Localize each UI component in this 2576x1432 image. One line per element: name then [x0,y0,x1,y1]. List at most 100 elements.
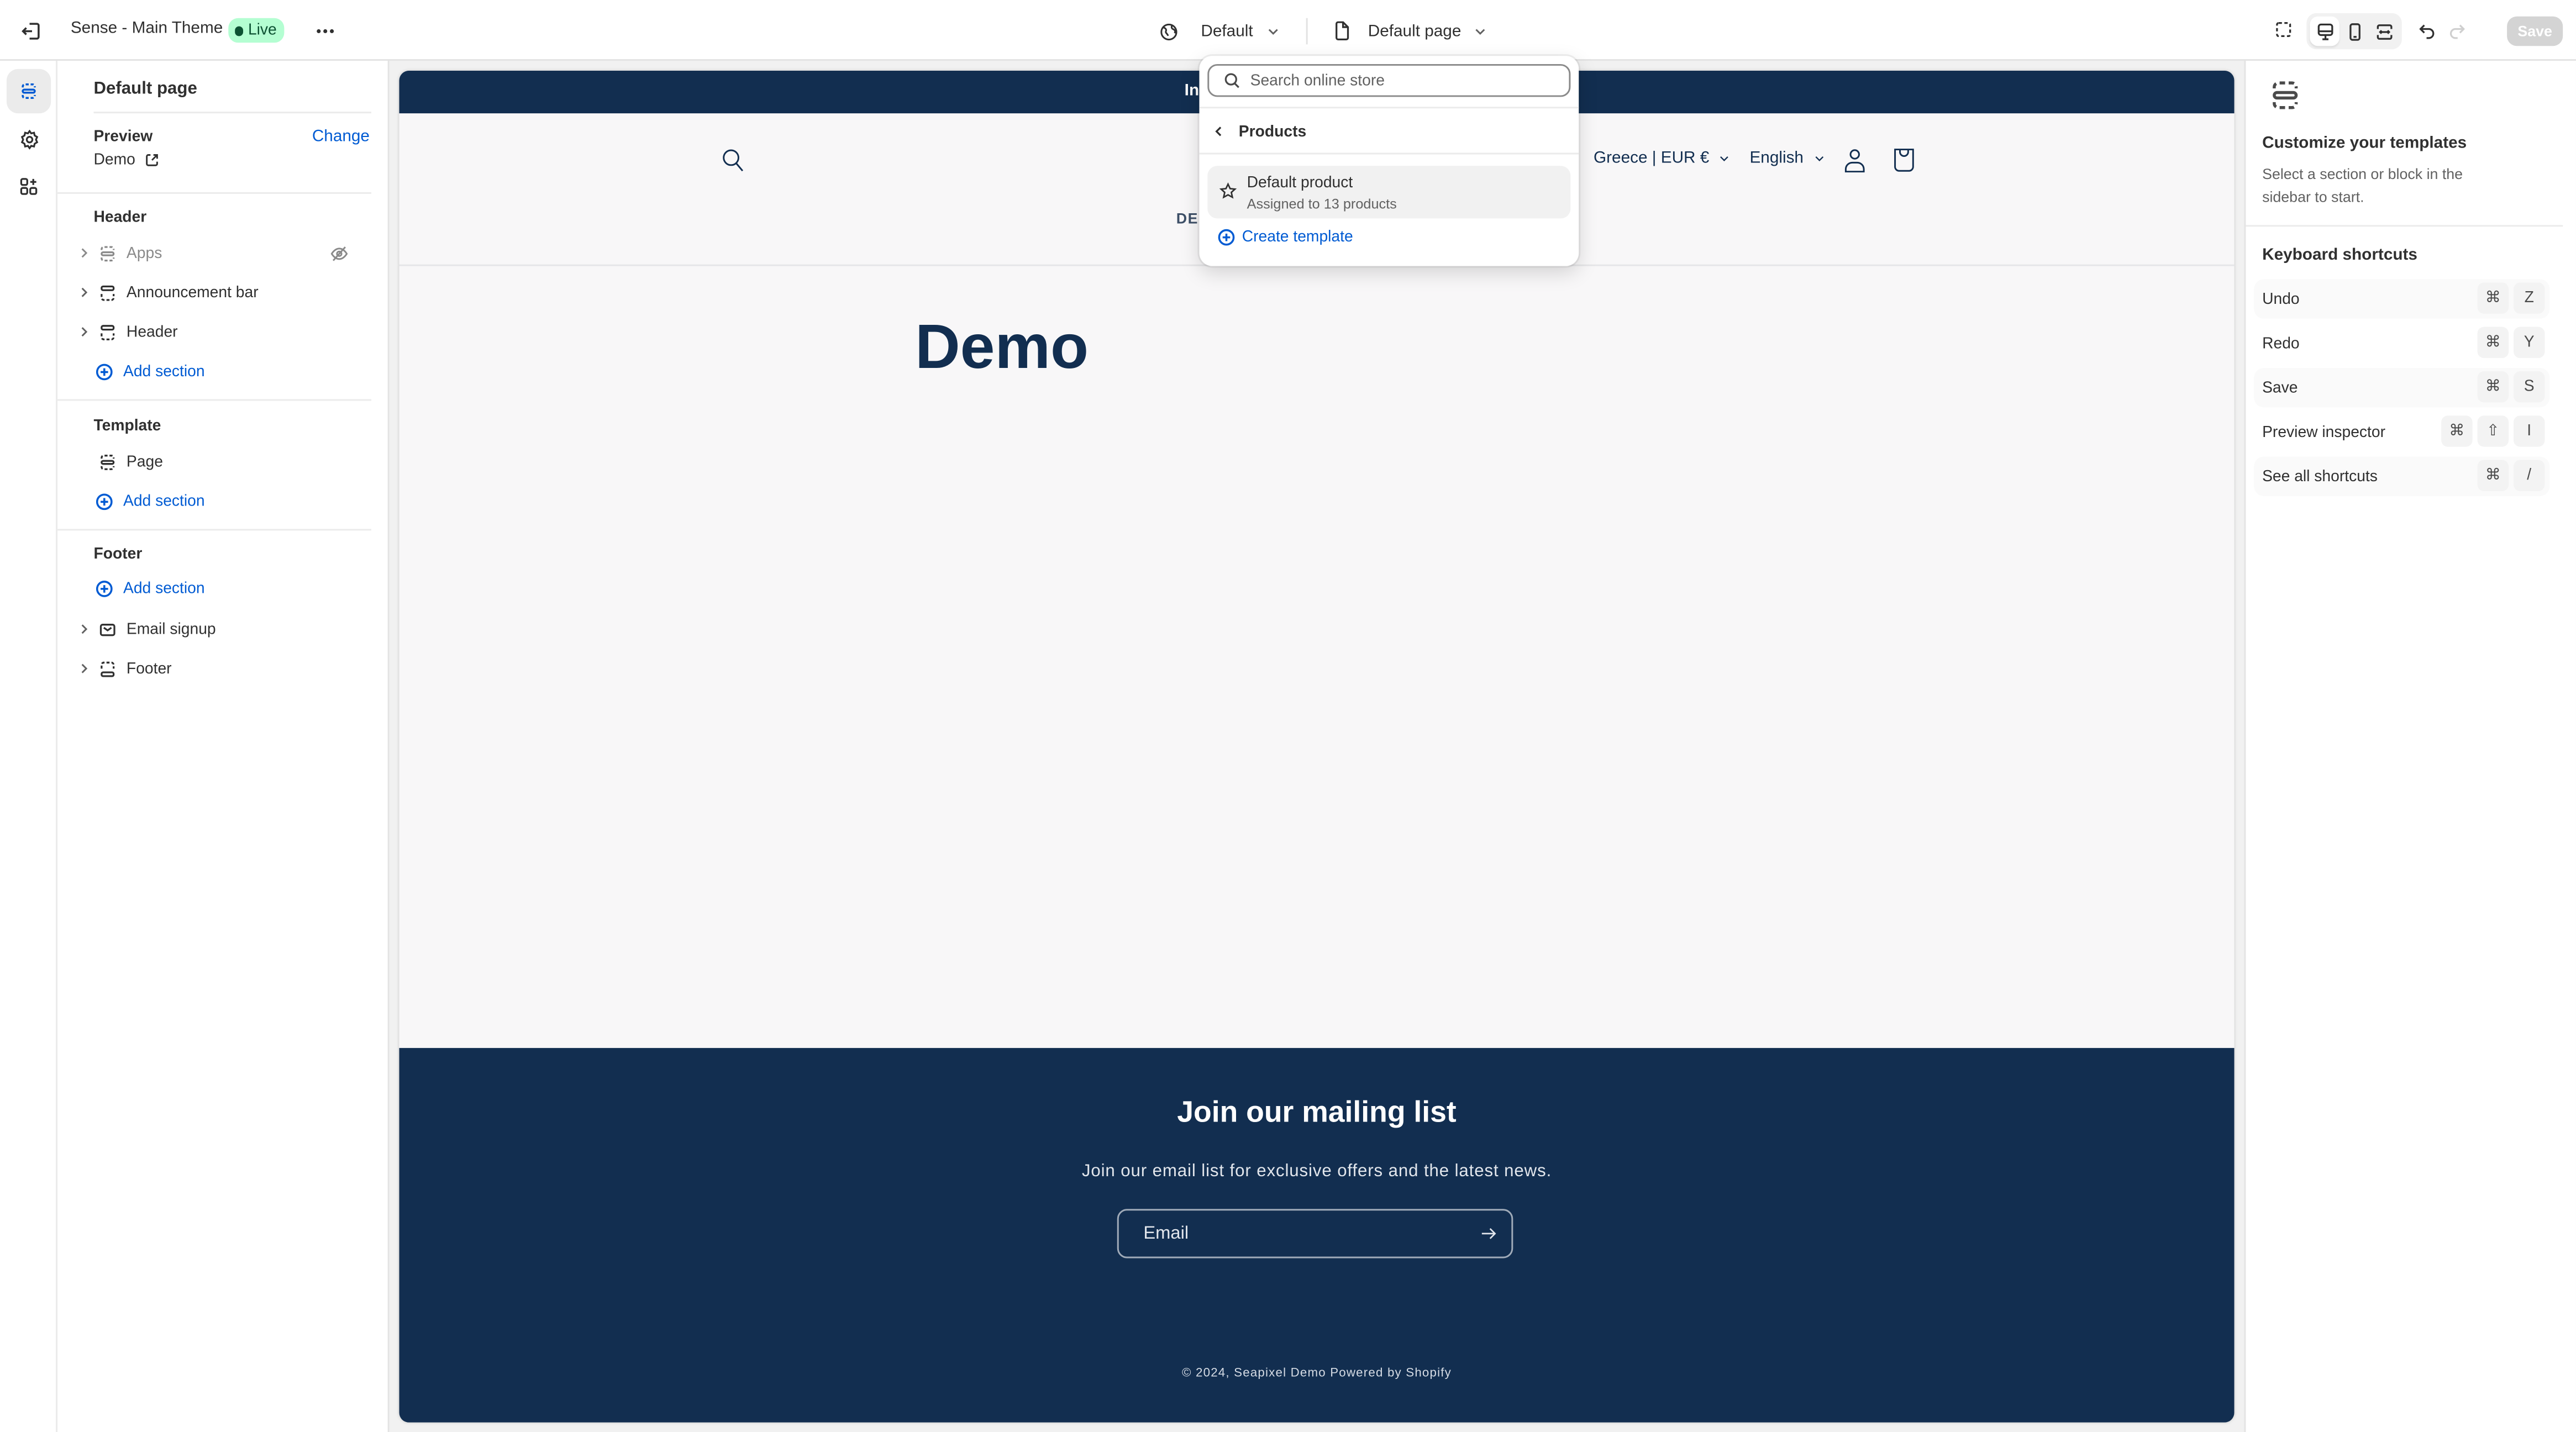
divider [57,192,371,194]
arrow-right-icon[interactable] [1479,1224,1499,1244]
divider [1305,18,1307,45]
preview-label: Preview [93,128,153,146]
country-currency-selector[interactable]: Greece | EUR € [1594,149,1731,168]
chevron-right-icon[interactable] [74,619,94,639]
shortcut-key: ⌘ [2477,282,2509,314]
add-section-template-button[interactable]: Add section [95,486,205,516]
sections-sidebar: Default page Preview Change Demo Header … [57,61,390,1432]
email-field[interactable]: Email [1117,1209,1513,1259]
apps-add-icon[interactable] [7,164,51,208]
redo-icon[interactable] [2441,17,2471,46]
divider [57,399,371,401]
page-template-dropdown-label: Default page [1368,22,1462,40]
chevron-right-icon[interactable] [74,659,94,678]
add-section-label: Add section [123,362,205,381]
change-preview-link[interactable]: Change [312,128,370,146]
shortcut-label: Save [2262,378,2298,397]
status-badge-label: Live [248,21,277,40]
panel-description: Select a section or block in the sidebar… [2262,166,2463,205]
language-label: English [1749,149,1804,168]
add-section-label: Add section [123,492,205,510]
mobile-icon[interactable] [2340,17,2369,46]
plus-circle-icon [95,362,113,381]
locale-dropdown[interactable]: Default [1150,15,1289,48]
desktop-icon[interactable] [2310,16,2340,46]
add-section-header-button[interactable]: Add section [95,356,205,386]
header-section-icon [97,282,117,302]
external-link-icon [145,153,160,168]
account-icon[interactable] [1842,146,1868,175]
group-footer-label: Footer [93,545,143,564]
page-title: Demo [915,313,1089,383]
section-item-page[interactable]: Page [74,445,370,478]
footer-section-icon [97,659,117,678]
chevron-down-icon [1266,25,1279,38]
undo-icon[interactable] [2412,17,2442,46]
section-item-label: Page [126,452,163,471]
more-icon[interactable] [312,18,339,45]
divider [93,112,371,114]
country-currency-label: Greece | EUR € [1594,149,1710,168]
sections-icon[interactable] [6,69,51,114]
nav-link[interactable]: DE [1176,210,1198,227]
section-item-announcement-bar[interactable]: Announcement bar [74,276,370,308]
group-header-label: Header [93,208,147,227]
preview-value-link[interactable]: Demo [93,151,160,169]
viewport-toggle [2306,13,2402,50]
create-template-button[interactable]: Create template [1217,228,1353,246]
plus-circle-icon [95,579,113,597]
section-item-header[interactable]: Header [74,315,370,348]
chevron-down-icon [1474,25,1487,38]
chevron-down-icon [1719,153,1731,165]
add-section-label: Add section [123,579,205,597]
live-dot-icon [235,25,244,35]
template-selectors: Default Default page [1150,15,1497,48]
sidebar-title: Default page [93,78,197,99]
section-item-label: Announcement bar [126,283,259,302]
chevron-right-icon[interactable] [74,282,94,302]
template-option[interactable]: Default product Assigned to 13 products [1207,166,1571,219]
search-input[interactable] [1250,71,1546,90]
exit-icon[interactable] [20,20,43,43]
panel-title: Customize your templates [2262,134,2467,153]
chevron-left-icon [1212,125,1226,138]
template-picker-popover: Products Default product Assigned to 13 … [1199,56,1579,266]
shortcut-row: Preview inspector ⌘ ⇧ I [2254,412,2549,451]
eye-hidden-icon[interactable] [329,243,349,263]
section-item-footer[interactable]: Footer [74,652,370,685]
sections-icon [2269,79,2301,112]
shortcut-key: Z [2513,282,2545,314]
section-item-label: Header [126,323,178,341]
section-item-email-signup[interactable]: Email signup [74,613,370,645]
search-icon [1224,72,1240,89]
back-to-categories-button[interactable]: Products [1212,120,1306,143]
search-field[interactable] [1207,64,1571,97]
page-icon [1333,21,1350,41]
language-selector[interactable]: English [1749,149,1825,168]
add-section-footer-button[interactable]: Add section [95,573,205,603]
shortcut-key: ⌘ [2477,460,2509,491]
shortcut-label: Preview inspector [2262,423,2386,441]
shortcut-label: See all shortcuts [2262,467,2378,486]
section-icon [97,243,117,263]
locale-dropdown-label: Default [1201,22,1253,40]
save-button[interactable]: Save [2507,16,2563,46]
shortcut-key: S [2513,371,2545,403]
fullwidth-icon[interactable] [2369,17,2399,46]
divider [1199,107,1579,109]
chevron-right-icon[interactable] [74,322,94,342]
email-placeholder: Email [1143,1224,1189,1244]
inspector-icon[interactable] [2270,17,2300,46]
cart-icon[interactable] [1891,146,1917,173]
section-item-label: Footer [126,659,172,678]
header-section-icon [97,322,117,342]
plus-circle-icon [1217,228,1236,246]
chevron-right-icon[interactable] [74,243,94,263]
announcement-text: In [1184,82,1200,101]
gear-icon[interactable] [7,117,51,161]
section-item-apps[interactable]: Apps [74,236,370,269]
shortcut-key: I [2513,415,2545,447]
shortcut-row[interactable]: See all shortcuts ⌘ / [2254,456,2550,496]
search-icon[interactable] [721,148,746,173]
page-template-dropdown[interactable]: Default page [1323,15,1497,48]
